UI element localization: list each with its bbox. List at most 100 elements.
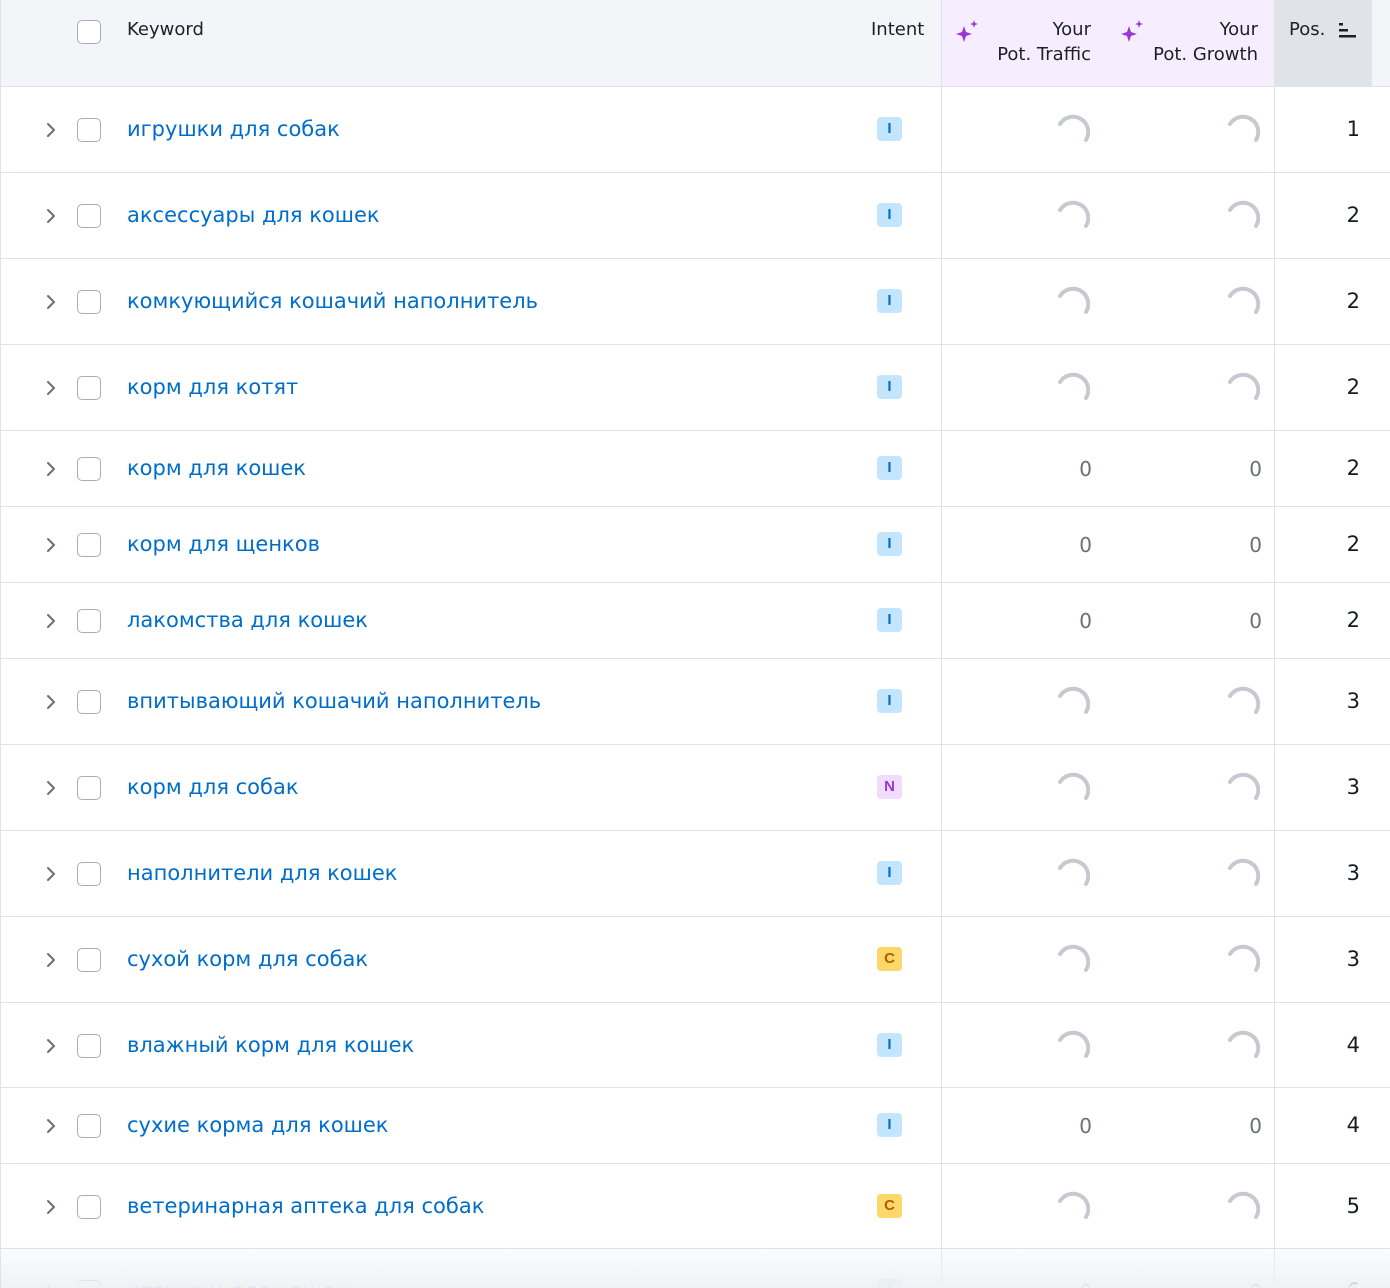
table-row[interactable]: корм для собак N 3 [1, 745, 1390, 831]
column-header-position[interactable]: Pos. [1274, 0, 1372, 86]
loading-spinner-icon [1228, 114, 1260, 142]
traffic-cell [941, 1088, 1274, 1163]
column-header-pot-growth[interactable]: Your Pot. Growth [1107, 0, 1274, 86]
table-row[interactable]: впитывающий кошачий наполнитель I 3 [1, 659, 1390, 745]
keyword-link[interactable]: игрушки для кошек [127, 1278, 347, 1288]
column-header-pot-traffic[interactable]: Your Pot. Traffic [941, 0, 1107, 86]
position-value: 2 [1346, 532, 1360, 556]
pot-traffic-line1: Your [1052, 19, 1091, 40]
table-row[interactable]: сухие корма для кошек I 0 0 4 [1, 1088, 1390, 1164]
loading-spinner-icon [1058, 286, 1090, 314]
table-row[interactable]: лакомства для кошек I 0 0 2 [1, 583, 1390, 659]
traffic-cell [941, 583, 1274, 658]
traffic-cell [941, 173, 1274, 258]
table-row[interactable]: сухой корм для собак C 3 [1, 917, 1390, 1003]
intent-badge: I [877, 456, 902, 480]
row-checkbox[interactable] [77, 533, 101, 557]
position-cell [1274, 1088, 1390, 1163]
keyword-link[interactable]: корм для собак [127, 774, 299, 800]
expand-chevron-icon[interactable] [42, 121, 60, 139]
row-checkbox[interactable] [77, 1034, 101, 1058]
row-checkbox[interactable] [77, 290, 101, 314]
expand-chevron-icon[interactable] [42, 293, 60, 311]
table-row[interactable]: влажный корм для кошек I 4 [1, 1003, 1390, 1088]
table-row[interactable]: игрушки для собак I 1 [1, 87, 1390, 173]
keyword-link[interactable]: сухие корма для кошек [127, 1112, 389, 1138]
keyword-link[interactable]: корм для котят [127, 374, 298, 400]
keyword-link[interactable]: корм для кошек [127, 455, 306, 481]
table-row[interactable]: комкующийся кошачий наполнитель I 2 [1, 259, 1390, 345]
keyword-link[interactable]: впитывающий кошачий наполнитель [127, 688, 541, 714]
row-checkbox[interactable] [77, 1114, 101, 1138]
pot-growth-line2: Pot. Growth [1153, 44, 1258, 65]
keyword-link[interactable]: аксессуары для кошек [127, 202, 380, 228]
sparkle-icon [956, 20, 978, 42]
expand-chevron-icon[interactable] [42, 1037, 60, 1055]
keyword-link[interactable]: наполнители для кошек [127, 860, 397, 886]
row-checkbox[interactable] [77, 609, 101, 633]
table-row[interactable]: ветеринарная аптека для собак C 5 [1, 1164, 1390, 1249]
pot-growth-value: 0 [1249, 609, 1262, 633]
row-checkbox[interactable] [77, 948, 101, 972]
expand-chevron-icon[interactable] [42, 779, 60, 797]
expand-chevron-icon[interactable] [42, 1283, 60, 1288]
intent-badge: I [877, 532, 902, 556]
position-header-label: Pos. [1289, 19, 1326, 40]
row-checkbox[interactable] [77, 776, 101, 800]
expand-chevron-icon[interactable] [42, 1198, 60, 1216]
row-checkbox[interactable] [77, 376, 101, 400]
row-checkbox[interactable] [77, 690, 101, 714]
position-value: 3 [1346, 861, 1360, 885]
expand-chevron-icon[interactable] [42, 612, 60, 630]
table-row[interactable]: аксессуары для кошек I 2 [1, 173, 1390, 259]
position-value: 2 [1346, 456, 1360, 480]
keyword-link[interactable]: влажный корм для кошек [127, 1032, 414, 1058]
expand-chevron-icon[interactable] [42, 207, 60, 225]
expand-chevron-icon[interactable] [42, 536, 60, 554]
expand-chevron-icon[interactable] [42, 460, 60, 478]
expand-chevron-icon[interactable] [42, 693, 60, 711]
keyword-link[interactable]: ветеринарная аптека для собак [127, 1193, 484, 1219]
traffic-cell [941, 745, 1274, 830]
row-checkbox[interactable] [77, 118, 101, 142]
pot-traffic-value: 0 [1079, 533, 1092, 557]
row-checkbox[interactable] [77, 1195, 101, 1219]
loading-spinner-icon [1228, 858, 1260, 886]
bottom-divider [1, 1248, 1390, 1249]
select-all-checkbox[interactable] [77, 20, 101, 44]
traffic-cell [941, 1003, 1274, 1087]
keyword-link[interactable]: игрушки для собак [127, 116, 340, 142]
position-value: 3 [1346, 689, 1360, 713]
position-cell [1274, 1164, 1390, 1248]
position-cell [1274, 1003, 1390, 1087]
loading-spinner-icon [1058, 372, 1090, 400]
expand-chevron-icon[interactable] [42, 1117, 60, 1135]
table-row[interactable]: корм для щенков I 0 0 2 [1, 507, 1390, 583]
traffic-cell [941, 1249, 1274, 1288]
intent-badge: I [877, 375, 902, 399]
intent-badge: I [877, 689, 902, 713]
loading-spinner-icon [1228, 686, 1260, 714]
pot-growth-value: 0 [1249, 533, 1262, 557]
loading-spinner-icon [1058, 944, 1090, 972]
keyword-link[interactable]: сухой корм для собак [127, 946, 368, 972]
expand-chevron-icon[interactable] [42, 379, 60, 397]
sort-desc-icon[interactable] [1337, 21, 1359, 39]
row-checkbox[interactable] [77, 862, 101, 886]
pot-traffic-value: 0 [1079, 609, 1092, 633]
traffic-cell [941, 831, 1274, 916]
row-checkbox[interactable] [77, 204, 101, 228]
row-checkbox[interactable] [77, 457, 101, 481]
keyword-link[interactable]: комкующийся кошачий наполнитель [127, 288, 538, 314]
traffic-cell [941, 507, 1274, 582]
table-row[interactable]: игрушки для кошек I 0 0 6 [1, 1249, 1390, 1288]
table-row[interactable]: наполнители для кошек I 3 [1, 831, 1390, 917]
keyword-link[interactable]: корм для щенков [127, 531, 320, 557]
loading-spinner-icon [1058, 686, 1090, 714]
table-row[interactable]: корм для кошек I 0 0 2 [1, 431, 1390, 507]
expand-chevron-icon[interactable] [42, 951, 60, 969]
row-checkbox[interactable] [77, 1280, 101, 1288]
table-row[interactable]: корм для котят I 2 [1, 345, 1390, 431]
keyword-link[interactable]: лакомства для кошек [127, 607, 368, 633]
expand-chevron-icon[interactable] [42, 865, 60, 883]
